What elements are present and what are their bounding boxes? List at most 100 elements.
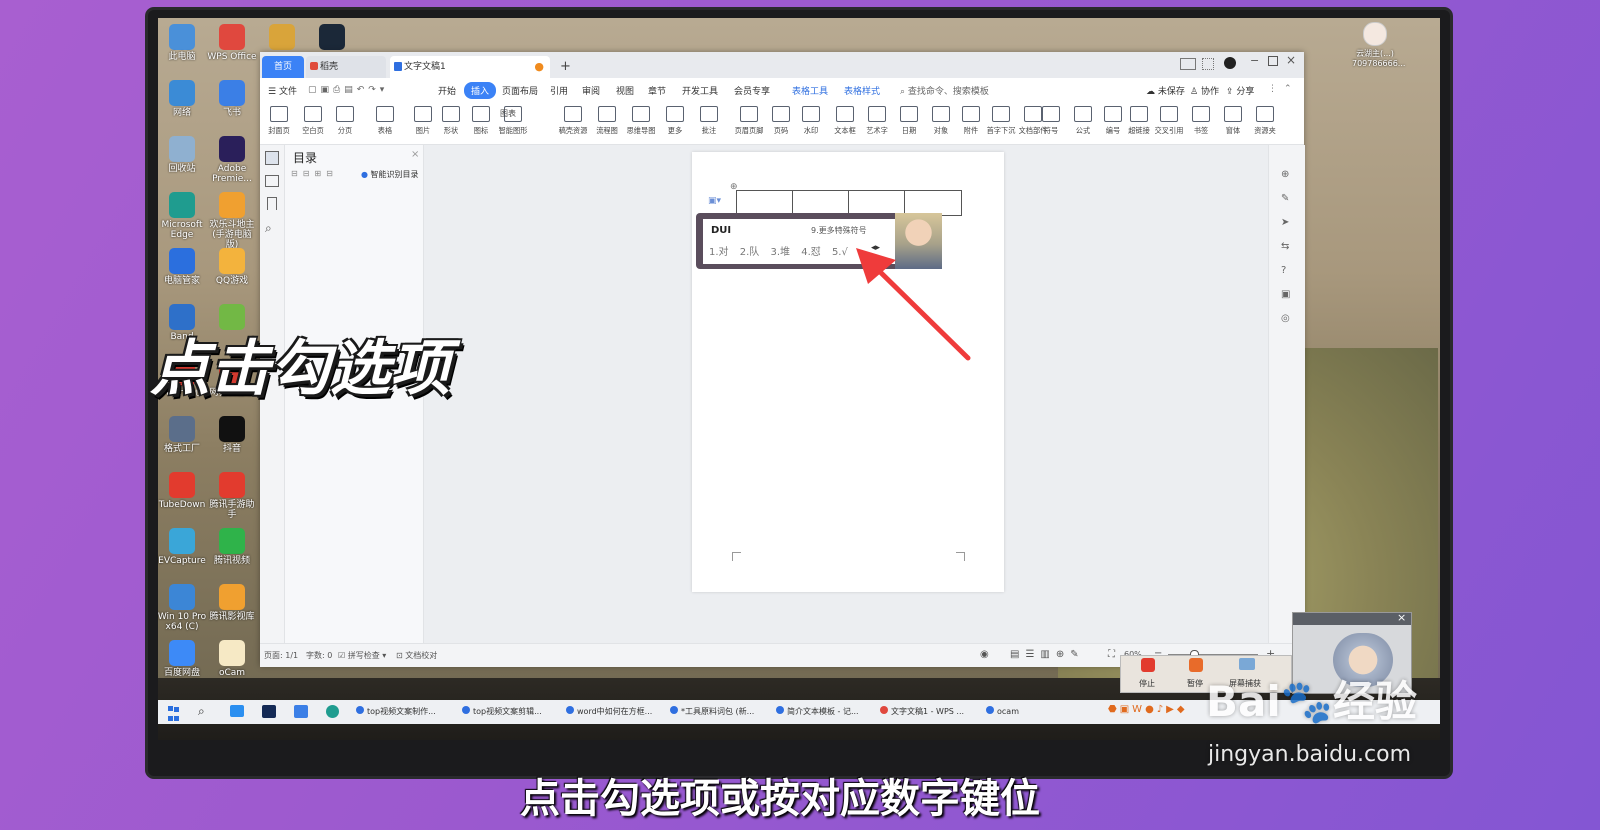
right-rail-tool-icon[interactable]: ⇆ [1281,241,1289,252]
menu-table-style[interactable]: 表格样式 [844,84,880,97]
ribbon-button[interactable]: 批注 [692,106,726,136]
ribbon-button[interactable]: 表格 [368,106,402,136]
ribbon-button[interactable]: 窗体 [1216,106,1250,136]
collab-button[interactable]: ♙ 协作 [1190,84,1219,97]
desktop-icon[interactable]: Adobe Premie... [206,136,258,184]
menu-view[interactable]: 视图 [616,84,634,97]
ribbon-button[interactable]: 交叉引用 [1152,106,1186,136]
share-button[interactable]: ⇪ 分享 [1226,84,1254,97]
ribbon-button[interactable]: 日期 [892,106,926,136]
right-rail-tool-icon[interactable]: ➤ [1281,217,1289,228]
ribbon-button[interactable]: 空白页 [296,106,330,136]
ribbon-button[interactable]: 流程图 [590,106,624,136]
desktop-icon[interactable]: 抖音 [206,416,258,454]
collapse-ribbon-icon[interactable]: ⌃ [1284,84,1292,94]
ribbon-button[interactable]: 页眉页脚 [732,106,766,136]
pause-record-icon[interactable] [1189,658,1203,672]
toc-smart-button[interactable]: ● 智能识别目录 [361,169,419,180]
ribbon-button[interactable]: 对象 [924,106,958,136]
taskbar-window-item[interactable]: top视频文案剪辑... [462,706,542,717]
desktop-icon[interactable]: QQ游戏 [206,248,258,286]
new-tab-button[interactable]: + [556,56,576,78]
table-move-handle[interactable]: ⊕ [730,182,738,192]
bookmark-icon[interactable] [267,197,277,210]
menu-insert[interactable]: 插入 [464,82,497,99]
menu-review[interactable]: 审阅 [582,84,600,97]
taskbar-search-icon[interactable]: ⌕ [198,704,205,719]
right-rail-tool-icon[interactable]: ⊕ [1281,169,1289,180]
desktop-icon[interactable]: 腾讯视频 [206,528,258,566]
ime-more-symbols[interactable]: 9.更多特殊符号 [811,225,867,236]
desktop-icon[interactable]: 百度网盘 [156,640,208,678]
desktop-icon[interactable]: 电脑管家 [156,248,208,286]
desktop-icon[interactable]: 网络 [156,80,208,118]
edge-icon[interactable] [326,705,339,718]
ribbon-button[interactable]: 书签 [1184,106,1218,136]
right-rail-tool-icon[interactable]: ? [1281,265,1286,276]
ribbon-button[interactable]: 艺术字 [860,106,894,136]
ribbon-button[interactable]: 附件 [954,106,988,136]
right-rail-tool-icon[interactable]: ▣ [1281,289,1290,300]
toc-level-buttons[interactable]: ⊟⊟⊞⊟ [291,169,338,178]
right-rail-tool-icon[interactable]: ◎ [1281,313,1290,324]
tab-doc[interactable]: 文字文稿1 ● [390,56,550,78]
ribbon-button[interactable]: 更多 [658,106,692,136]
taskbar-window-item[interactable]: word中如何在方框... [566,706,652,717]
menu-start[interactable]: 开始 [438,84,456,97]
ribbon-button[interactable]: 公式 [1066,106,1100,136]
ribbon-button[interactable]: 图标 [464,106,498,136]
ribbon-button[interactable]: 超链接 [1122,106,1156,136]
desktop-icon[interactable]: 腾讯手游助手 [206,472,258,520]
desktop-icon[interactable]: 此电脑 [156,24,208,62]
unsaved-status[interactable]: ☁ 未保存 [1146,84,1185,97]
paste-options-icon[interactable]: ▣▾ [708,196,721,206]
start-icon[interactable] [168,705,180,721]
ime-candidate-4[interactable]: 4.怼 [801,247,821,258]
desktop-icon[interactable]: TubeDown [156,472,208,510]
desktop-user-icon[interactable]: 云湖主(...) 709786666... [1352,22,1405,68]
tab-draft[interactable]: 稻壳 [306,56,386,78]
proofread-button[interactable]: ⊡ 文档校对 [396,650,437,661]
minimize-icon[interactable]: − [1250,54,1259,67]
taskbar-window-item[interactable]: *工具原料词包 (新... [670,706,754,717]
view-mode-icons[interactable]: ▤☰▥⊕✎ [1010,649,1085,660]
desktop-icon[interactable] [306,24,358,52]
mini-preview-close-icon[interactable]: × [1397,611,1406,624]
task-view-icon[interactable] [230,705,244,717]
command-search[interactable]: ⌕ 查找命令、搜索模板 [900,84,989,97]
system-tray-icons[interactable]: ⬣▣W●♪▶◆ [1108,704,1188,715]
menu-layout[interactable]: 页面布局 [502,84,538,97]
more-menu-icon[interactable]: ⋮ [1268,84,1277,94]
desktop-icon[interactable]: 腾讯影视库 [206,584,258,622]
layout-icon[interactable] [1180,58,1196,70]
fit-page-icon[interactable]: ⛶ [1108,649,1115,660]
ribbon-button[interactable]: 稿壳资源 [556,106,590,136]
chart-button[interactable]: 图表 [500,108,516,119]
ribbon-button[interactable]: 文本框 [828,106,862,136]
menu-chapter[interactable]: 章节 [648,84,666,97]
menu-dev-tools[interactable]: 开发工具 [682,84,718,97]
taskbar-window-item[interactable]: top视频文案制作... [356,706,436,717]
desktop-icon[interactable]: Win 10 Pro x64 (C) [156,584,208,632]
spell-check-toggle[interactable]: ☑ 拼写检查 ▾ [338,650,386,661]
ribbon-button[interactable]: 分页 [328,106,362,136]
eye-icon[interactable]: ◉ [980,649,989,660]
desktop-icon[interactable]: oCam [206,640,258,678]
account-avatar[interactable] [1224,57,1236,69]
toc-panel-icon[interactable] [265,151,279,165]
ribbon-button[interactable]: 水印 [794,106,828,136]
ribbon-button[interactable]: 符号 [1034,106,1068,136]
menu-file[interactable]: ☰ 文件 [268,84,297,97]
taskbar-window-item[interactable]: 文字文稿1 - WPS ... [880,706,964,717]
stop-record-icon[interactable] [1141,658,1155,672]
maximize-icon[interactable] [1268,56,1278,66]
ribbon-button[interactable]: 封面页 [262,106,296,136]
desktop-icon[interactable]: 飞书 [206,80,258,118]
tab-home[interactable]: 首页 [262,56,304,78]
menu-vip[interactable]: 会员专享 [734,84,770,97]
ime-candidate-2[interactable]: 2.队 [740,247,760,258]
taskbar-window-item[interactable]: 简介文本模板 - 记... [776,706,859,717]
ribbon-button[interactable]: 页码 [764,106,798,136]
feishu-icon[interactable] [294,705,308,718]
ribbon-button[interactable]: 形状 [434,106,468,136]
